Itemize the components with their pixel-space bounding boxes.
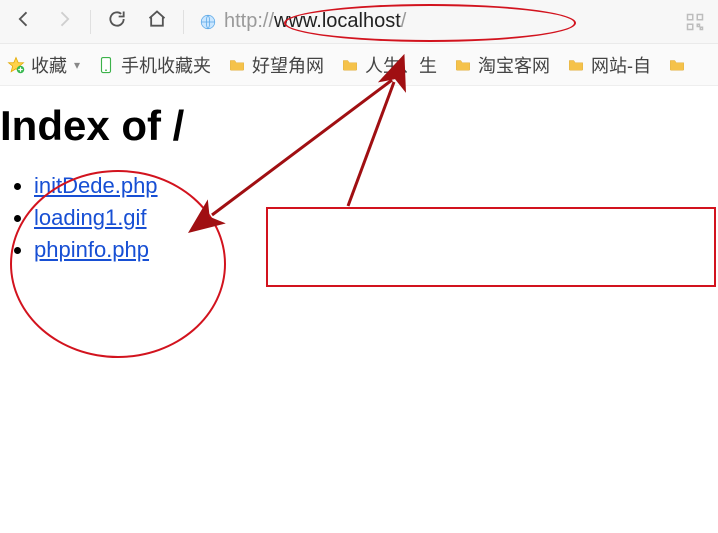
page-title: Index of / xyxy=(0,102,718,150)
browser-toolbar: http://www.localhost/ xyxy=(0,0,718,44)
mobile-icon xyxy=(96,55,116,75)
bookmark-item-overflow[interactable] xyxy=(667,55,687,75)
bookmark-label: 人生、生 xyxy=(365,52,437,78)
file-link[interactable]: loading1.gif xyxy=(34,205,147,230)
folder-icon xyxy=(227,55,247,75)
bookmark-item[interactable]: 人生、生 xyxy=(340,52,437,78)
list-item: phpinfo.php xyxy=(34,234,718,266)
bookmark-label: 手机收藏夹 xyxy=(121,52,211,78)
toolbar-separator xyxy=(90,10,91,34)
qr-icon[interactable] xyxy=(686,13,704,31)
star-add-icon xyxy=(6,55,26,75)
url-text: http://www.localhost/ xyxy=(224,10,406,33)
bookmark-label: 淘宝客网 xyxy=(478,52,550,78)
bookmark-item[interactable]: 网站-自 xyxy=(566,52,651,78)
bookmark-item[interactable]: 淘宝客网 xyxy=(453,52,550,78)
url-suffix: / xyxy=(401,10,407,32)
bookmarks-fav-label: 收藏 xyxy=(31,52,67,78)
bookmark-label: 网站-自 xyxy=(591,52,651,78)
list-item: initDede.php xyxy=(34,170,718,202)
bookmark-item[interactable]: 好望角网 xyxy=(227,52,324,78)
address-bar[interactable]: http://www.localhost/ xyxy=(190,5,670,39)
bookmarks-bar: 收藏 ▾ 手机收藏夹 好望角网 人生、生 淘宝客网 网站-自 xyxy=(0,44,718,86)
list-item: loading1.gif xyxy=(34,202,718,234)
folder-icon xyxy=(566,55,586,75)
file-link[interactable]: initDede.php xyxy=(34,173,158,198)
file-link[interactable]: phpinfo.php xyxy=(34,237,149,262)
back-button[interactable] xyxy=(4,2,44,42)
chevron-left-icon xyxy=(14,9,34,34)
url-host: www.localhost xyxy=(274,10,401,32)
reload-button[interactable] xyxy=(97,2,137,42)
home-button[interactable] xyxy=(137,2,177,42)
bookmark-label: 好望角网 xyxy=(252,52,324,78)
file-list: initDede.php loading1.gif phpinfo.php xyxy=(34,170,718,266)
toolbar-separator xyxy=(183,10,184,34)
home-icon xyxy=(147,9,167,34)
forward-button[interactable] xyxy=(44,2,84,42)
url-prefix: http:// xyxy=(224,10,274,32)
bookmarks-fav[interactable]: 收藏 ▾ xyxy=(6,52,80,78)
reload-icon xyxy=(107,9,127,34)
chevron-right-icon xyxy=(54,9,74,34)
bookmark-item-mobile[interactable]: 手机收藏夹 xyxy=(96,52,211,78)
folder-icon xyxy=(340,55,360,75)
dropdown-caret-icon: ▾ xyxy=(74,58,80,72)
page-content: Index of / initDede.php loading1.gif php… xyxy=(0,86,718,266)
folder-icon xyxy=(453,55,473,75)
folder-icon xyxy=(667,55,687,75)
globe-icon xyxy=(198,12,218,32)
toolbar-right xyxy=(670,13,714,31)
